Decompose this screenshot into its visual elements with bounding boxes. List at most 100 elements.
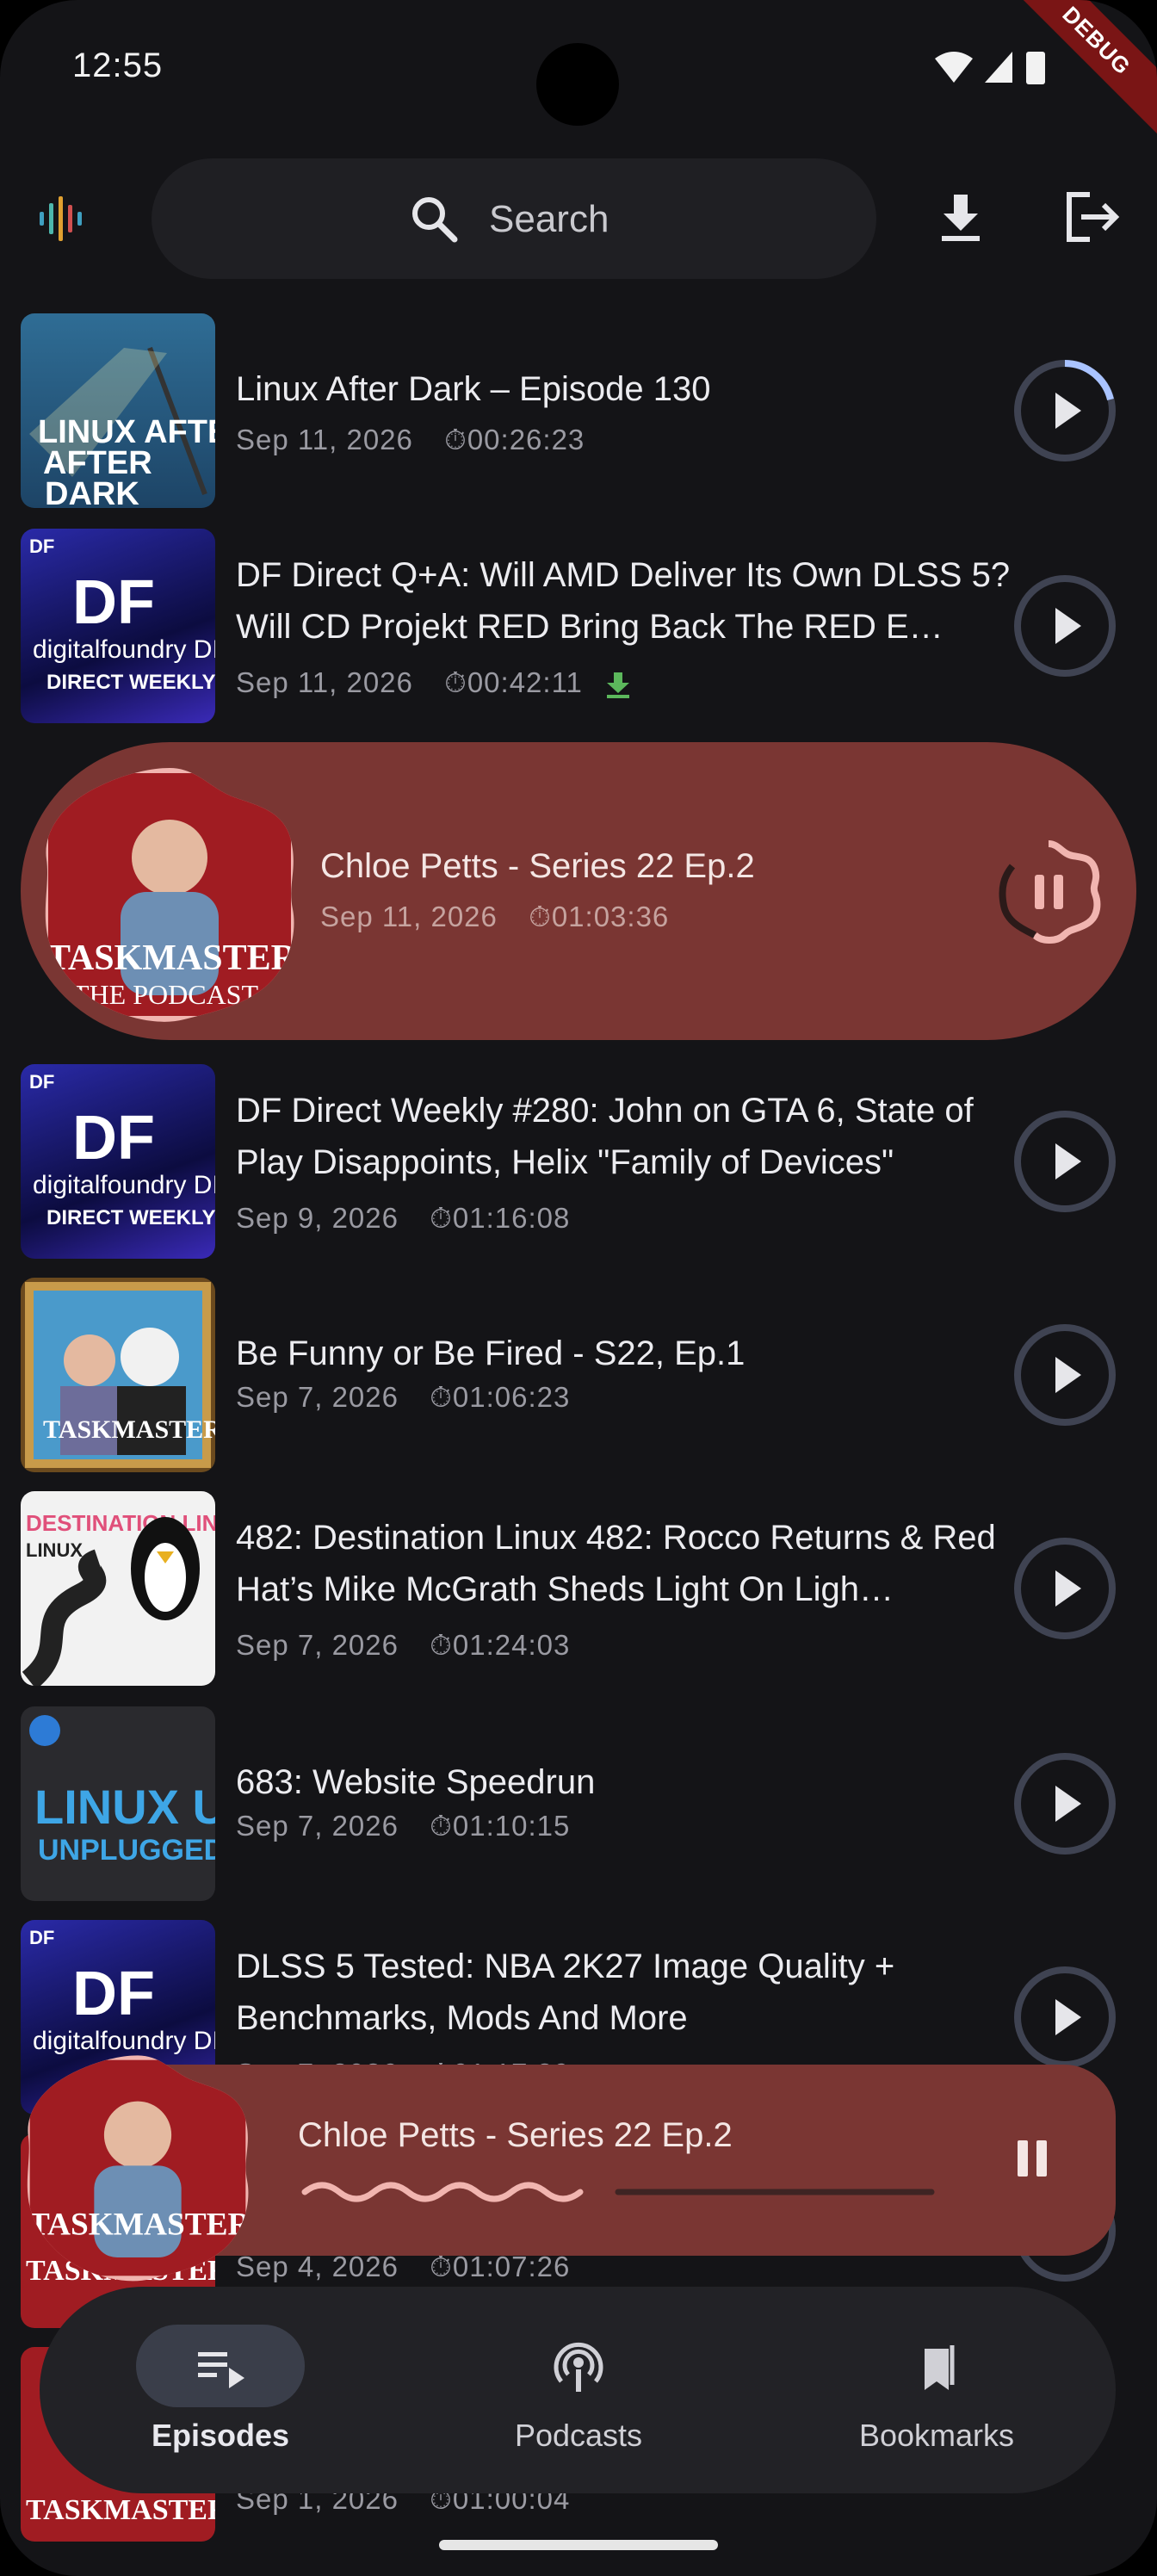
play-icon (1055, 393, 1081, 429)
episode-title: 683: Website Speedrun (236, 1763, 596, 1801)
svg-text:DF: DF (72, 568, 155, 637)
mini-player-artwork: TASKMASTER THE PODCAST (27, 2055, 255, 2282)
artwork-text: digitalfoundry DIRECT WEEKLY (33, 1171, 215, 1199)
timer-icon: ⏱ (444, 666, 467, 698)
episode-duration: 01:10:15 (452, 1810, 571, 1842)
play-button[interactable] (1012, 1109, 1117, 1214)
play-button[interactable] (1012, 573, 1117, 678)
podcasts-icon (554, 2342, 603, 2392)
downloaded-icon (607, 672, 630, 699)
episode-title: 482: Destination Linux 482: Rocco Return… (236, 1519, 996, 1608)
svg-text:THE PODCAST: THE PODCAST (72, 979, 258, 1010)
svg-text:DARK: DARK (45, 476, 139, 508)
podcast-artwork: TASKMASTER THE PODCAST THE PODCAST (45, 768, 301, 1022)
episode-meta: Sep 7, 2026 ⏱01:10:15 (236, 1810, 570, 1843)
episode-date: Sep 7, 2026 (236, 1381, 399, 1413)
nav-label: Podcasts (514, 2418, 643, 2453)
pause-button[interactable] (990, 833, 1107, 951)
episode-date: Sep 7, 2026 (236, 1810, 399, 1842)
timer-icon: ⏱ (529, 901, 552, 932)
podcast-artwork: DF DF digitalfoundry DIRECT WEEKLY DIREC… (21, 1064, 215, 1259)
episode-title: Linux After Dark – Episode 130 (236, 370, 711, 408)
episode-duration: 00:26:23 (467, 424, 585, 455)
artwork-text: digitalfoundry DIRECT WEEKLY (33, 635, 215, 664)
svg-text:DF: DF (29, 536, 54, 557)
play-icon (1055, 1143, 1081, 1180)
play-icon (1055, 1357, 1081, 1393)
playback-progress[interactable] (298, 2175, 935, 2209)
episode-meta: Sep 7, 2026 ⏱01:06:23 (236, 1381, 570, 1415)
svg-text:DF: DF (72, 1960, 155, 2028)
episode-title: DF Direct Q+A: Will AMD Deliver Its Own … (236, 556, 1011, 646)
timer-icon: ⏱ (430, 1629, 453, 1661)
list-item[interactable]: LINUX AFTER DARK AFTER DARK Linux After … (0, 313, 1157, 520)
artwork-text: TASKMASTER THE PODCAST (46, 938, 301, 978)
nav-item-bookmarks[interactable]: Bookmarks (807, 2287, 1066, 2493)
play-icon (1055, 1999, 1081, 2035)
nav-label: Bookmarks (858, 2418, 1015, 2453)
episode-date: Sep 11, 2026 (320, 901, 498, 932)
podcast-artwork: DESTINATION LINUX PODCAST LINUX (21, 1491, 215, 1686)
episode-duration: 01:24:03 (452, 1629, 571, 1661)
artwork-text: TASKMASTER THE PODCAST (28, 2207, 255, 2242)
episode-meta: Sep 7, 2026 ⏱01:24:03 (236, 1629, 570, 1663)
episode-title: Be Funny or Be Fired - S22, Ep.1 (236, 1334, 746, 1372)
episode-title: Chloe Petts - Series 22 Ep.2 (320, 847, 755, 885)
podcast-artwork: LINUX UNPLUGGED UNPLUGGED (21, 1706, 215, 1901)
episode-duration: 01:16:08 (452, 1202, 571, 1234)
now-playing-item[interactable]: TASKMASTER THE PODCAST THE PODCAST Chloe… (21, 742, 1136, 1040)
home-indicator[interactable] (439, 2540, 718, 2550)
play-button[interactable] (1012, 1536, 1117, 1641)
status-icons (935, 52, 1045, 84)
search-bar[interactable]: Search (152, 158, 876, 279)
mini-pause-button[interactable] (1007, 2133, 1057, 2183)
progress-arc (1064, 360, 1114, 401)
play-icon (1055, 1570, 1081, 1607)
episode-title: DLSS 5 Tested: NBA 2K27 Image Quality + … (236, 1947, 895, 2037)
list-item[interactable]: DF DF digitalfoundry DIRECT WEEKLY DIREC… (0, 1064, 1157, 1271)
artwork-text: TASKMASTER THE PODCAST (26, 2494, 215, 2526)
nav-item-podcasts[interactable]: Podcasts (449, 2287, 708, 2493)
episode-meta: Sep 9, 2026 ⏱01:16:08 (236, 1202, 570, 1235)
signal-icon (985, 52, 1012, 83)
episode-duration: 01:03:36 (551, 901, 670, 932)
timer-icon: ⏱ (430, 1810, 453, 1842)
pause-icon (1035, 875, 1044, 909)
app-screen: 12:55 DEBUG Search LINUX AFT AFTER DARK … (0, 0, 1157, 2576)
wifi-icon (935, 52, 973, 83)
episode-duration: 01:06:23 (452, 1381, 571, 1413)
mini-player-title: Chloe Petts - Series 22 Ep.2 (298, 2116, 733, 2154)
svg-text:DIRECT WEEKLY: DIRECT WEEKLY (46, 671, 215, 694)
episode-date: Sep 11, 2026 (236, 424, 413, 455)
podcast-artwork: LINUX AFTER DARK AFTER DARK (21, 313, 215, 508)
episode-title: DF Direct Weekly #280: John on GTA 6, St… (236, 1092, 974, 1181)
list-item[interactable]: DF DF digitalfoundry DIRECT WEEKLY DIREC… (0, 529, 1157, 735)
nav-label: Episodes (151, 2418, 290, 2453)
play-icon (1055, 1786, 1081, 1822)
episodes-icon (198, 2352, 244, 2388)
svg-text:DF: DF (29, 1927, 54, 1948)
podcast-artwork: DF DF digitalfoundry DIRECT WEEKLY DIREC… (21, 529, 215, 723)
battery-icon (1026, 52, 1045, 84)
list-item[interactable]: LINUX UNPLUGGED UNPLUGGED 683: Website S… (0, 1706, 1157, 1913)
play-button[interactable] (1012, 358, 1117, 463)
svg-text:DF: DF (29, 1071, 54, 1093)
download-icon[interactable] (935, 191, 987, 243)
play-button[interactable] (1012, 1751, 1117, 1856)
podcast-artwork: TASKMASTER The People's Podcast (21, 1278, 215, 1472)
logout-icon[interactable] (1064, 191, 1121, 243)
search-input[interactable]: Search (489, 198, 609, 241)
play-button[interactable] (1012, 1965, 1117, 2070)
svg-text:LINUX: LINUX (26, 1539, 83, 1561)
list-item[interactable]: TASKMASTER The People's Podcast Be Funny… (0, 1278, 1157, 1484)
episode-duration: 00:42:11 (467, 666, 583, 698)
svg-text:DIRECT WEEKLY: DIRECT WEEKLY (46, 1206, 215, 1229)
episode-meta: Sep 11, 2026 ⏱01:03:36 (320, 901, 669, 934)
episode-date: Sep 7, 2026 (236, 1629, 399, 1661)
play-button[interactable] (1012, 1322, 1117, 1427)
episode-meta: Sep 11, 2026 ⏱00:26:23 (236, 424, 585, 457)
list-item[interactable]: DESTINATION LINUX PODCAST LINUX 482: Des… (0, 1491, 1157, 1698)
nav-item-episodes[interactable]: Episodes (91, 2287, 350, 2493)
bottom-navigation: Episodes Podcasts Bookmarks (40, 2287, 1116, 2493)
timer-icon: ⏱ (430, 1202, 453, 1234)
